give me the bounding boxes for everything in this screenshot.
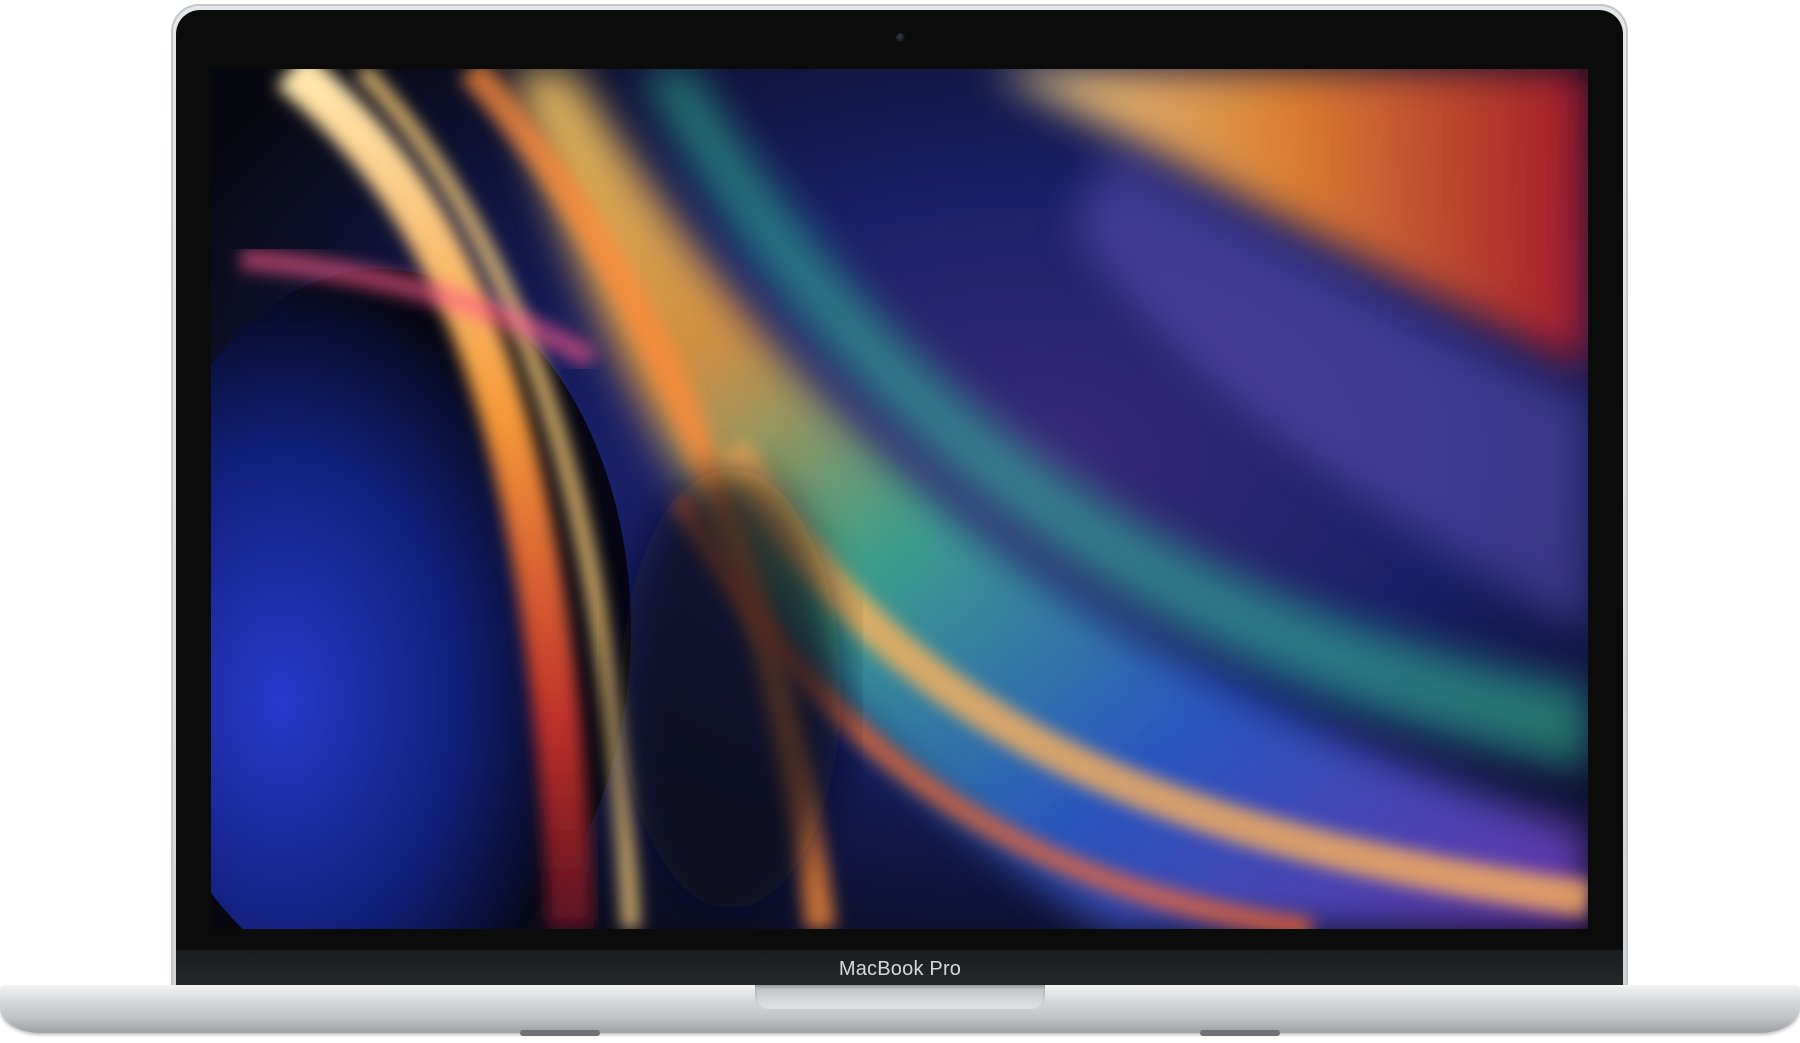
rubber-foot-right	[1200, 1030, 1280, 1036]
display-screen	[211, 69, 1588, 929]
rubber-foot-left	[520, 1030, 600, 1036]
laptop-product-image: MacBook Pro	[0, 0, 1800, 1043]
wallpaper-image	[211, 69, 1588, 929]
model-label: MacBook Pro	[838, 958, 962, 980]
lid-opening-notch	[755, 985, 1045, 1009]
webcam-icon	[896, 33, 905, 42]
